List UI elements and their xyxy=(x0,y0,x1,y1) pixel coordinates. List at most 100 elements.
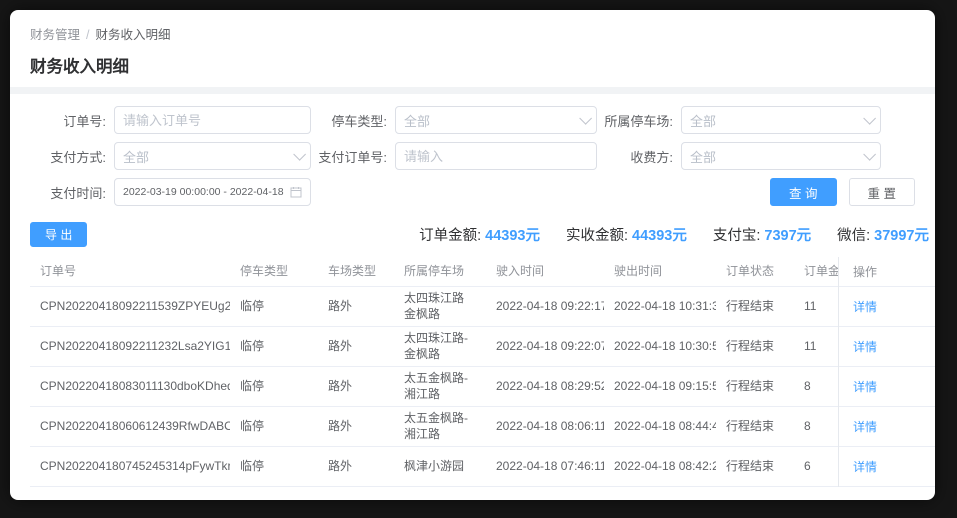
summary-alipay-amount: 支付宝: 7397元 xyxy=(712,228,812,244)
order-no-cell: CPN20220418092211232Lsa2YIG1t9 xyxy=(40,338,230,353)
summary-order-amount: 订单金额: 44393元 xyxy=(419,228,540,244)
order-no-cell: CPN20220418083011130dboKDheqjU xyxy=(40,378,230,393)
detail-link[interactable]: 详情 xyxy=(853,458,877,475)
table-header-row: 订单号 停车类型 车场类型 所属停车场 驶入时间 驶出时间 订单状态 订单金额 xyxy=(30,257,935,287)
orders-table: 订单号 停车类型 车场类型 所属停车场 驶入时间 驶出时间 订单状态 订单金额 … xyxy=(30,257,935,487)
chevron-down-icon xyxy=(579,111,592,125)
header-lot-type: 车场类型 xyxy=(328,263,377,278)
order-no-field xyxy=(114,106,311,134)
calendar-icon[interactable] xyxy=(290,186,302,198)
pay-time-input[interactable] xyxy=(123,186,286,198)
entry-time-cell: 2022-04-18 09:22:17 xyxy=(496,298,604,313)
payee-select[interactable]: 全部 xyxy=(681,142,881,170)
header-entry-time: 驶入时间 xyxy=(496,263,545,278)
parking-lot-cell: 太五金枫路-湘江路 xyxy=(404,370,468,401)
app-window: 财务管理 / 财务收入明细 财务收入明细 订单号: 停车类型: 全部 所属停车场: xyxy=(10,10,935,500)
header-order-no: 订单号 xyxy=(40,263,77,278)
header-exit-time: 驶出时间 xyxy=(614,263,663,278)
exit-time-cell: 2022-04-18 10:31:37 xyxy=(614,298,716,313)
payee-value: 全部 xyxy=(690,149,717,165)
chevron-down-icon xyxy=(863,147,876,161)
breadcrumb-separator: / xyxy=(86,28,90,42)
order-no-cell: CPN202204180745245314pFywTkr96 xyxy=(40,458,230,473)
parking-lot-cell: 太五金枫路-湘江路 xyxy=(404,410,468,441)
parking-type-label: 停车类型: xyxy=(331,113,387,129)
parking-type-cell: 临停 xyxy=(240,458,265,473)
reset-button[interactable]: 重 置 xyxy=(848,178,915,206)
table-row: CPN20220418083011130dboKDheqjU 临停 路外 太五金… xyxy=(30,367,935,407)
parking-type-cell: 临停 xyxy=(240,338,265,353)
detail-link[interactable]: 详情 xyxy=(853,378,877,395)
detail-link[interactable]: 详情 xyxy=(853,338,877,355)
parking-type-cell: 临停 xyxy=(240,378,265,393)
parking-type-cell: 临停 xyxy=(240,418,265,433)
lot-type-cell: 路外 xyxy=(328,378,353,393)
exit-time-cell: 2022-04-18 08:42:22 xyxy=(614,458,716,473)
order-status-cell: 行程结束 xyxy=(726,378,775,393)
order-no-cell: CPN20220418060612439RfwDABOg6z xyxy=(40,418,230,433)
exit-time-cell: 2022-04-18 10:30:52 xyxy=(614,338,716,353)
pay-order-no-input[interactable] xyxy=(404,148,588,164)
summary-wechat-amount: 微信: 37997元 xyxy=(837,228,929,244)
breadcrumb-section[interactable]: 财务管理 xyxy=(30,28,80,42)
pay-order-no-label: 支付订单号: xyxy=(318,149,387,165)
summary-totals: 订单金额: 44393元 实收金额: 44393元 支付宝: 7397元 微信: 379… xyxy=(419,224,929,245)
parking-lot-value: 全部 xyxy=(690,113,717,129)
pay-time-range-picker[interactable] xyxy=(114,178,311,206)
table-row: CPN20220418092211232Lsa2YIG1t9 临停 路外 太四珠… xyxy=(30,327,935,367)
header-parking-lot: 所属停车场 xyxy=(404,263,465,278)
parking-lot-cell: 太四珠江路-金枫路 xyxy=(404,330,468,361)
parking-type-cell: 临停 xyxy=(240,298,265,313)
header-order-status: 订单状态 xyxy=(726,263,775,278)
detail-link[interactable]: 详情 xyxy=(853,298,877,315)
breadcrumb-current: 财务收入明细 xyxy=(95,28,171,42)
payee-label: 收费方: xyxy=(630,149,673,165)
header-parking-type: 停车类型 xyxy=(240,263,289,278)
export-button[interactable]: 导 出 xyxy=(30,222,88,247)
pay-order-no-field xyxy=(395,142,597,170)
order-status-cell: 行程结束 xyxy=(726,418,775,433)
order-status-cell: 行程结束 xyxy=(726,298,775,313)
lot-type-cell: 路外 xyxy=(328,458,353,473)
chevron-down-icon xyxy=(863,111,876,125)
exit-time-cell: 2022-04-18 08:44:40 xyxy=(614,418,716,433)
pay-time-label: 支付时间: xyxy=(50,185,106,201)
parking-lot-select[interactable]: 全部 xyxy=(681,106,881,134)
page-header: 财务管理 / 财务收入明细 财务收入明细 xyxy=(10,10,935,87)
header-divider xyxy=(10,87,935,94)
parking-lot-label: 所属停车场: xyxy=(604,113,673,129)
entry-time-cell: 2022-04-18 07:46:11 xyxy=(496,458,604,473)
parking-type-value: 全部 xyxy=(404,113,431,129)
fixed-action-column: 操作 详情 详情 详情 详情 详情 xyxy=(838,257,935,487)
table-row: CPN20220418092211539ZPYEUg2Wjk 临停 路外 太四珠… xyxy=(30,287,935,327)
parking-lot-cell: 太四珠江路 金枫路 xyxy=(404,290,465,321)
parking-lot-cell: 枫津小游园 xyxy=(404,458,465,473)
page-title: 财务收入明细 xyxy=(30,58,129,76)
pay-method-select[interactable]: 全部 xyxy=(114,142,311,170)
search-button[interactable]: 查 询 xyxy=(770,178,837,206)
order-no-input[interactable] xyxy=(123,112,302,128)
filter-form: 订单号: 停车类型: 全部 所属停车场: 全部 xyxy=(10,94,935,206)
chevron-down-icon xyxy=(293,147,306,161)
summary-received-amount: 实收金额: 44393元 xyxy=(565,228,687,244)
table-row: CPN20220418060612439RfwDABOg6z 临停 路外 太五金… xyxy=(30,407,935,447)
table-toolbar: 导 出 订单金额: 44393元 实收金额: 44393元 支付宝: 7397元 微信… xyxy=(10,214,935,257)
exit-time-cell: 2022-04-18 09:15:52 xyxy=(614,378,716,393)
pay-method-label: 支付方式: xyxy=(50,149,106,165)
parking-type-select[interactable]: 全部 xyxy=(395,106,597,134)
breadcrumb: 财务管理 / 财务收入明细 xyxy=(30,24,915,43)
header-action: 操作 xyxy=(839,257,935,287)
order-no-cell: CPN20220418092211539ZPYEUg2Wjk xyxy=(40,298,230,313)
lot-type-cell: 路外 xyxy=(328,338,353,353)
table-row: CPN202204180745245314pFywTkr96 临停 路外 枫津小… xyxy=(30,447,935,487)
entry-time-cell: 2022-04-18 09:22:07 xyxy=(496,338,604,353)
entry-time-cell: 2022-04-18 08:06:11 xyxy=(496,418,604,433)
order-status-cell: 行程结束 xyxy=(726,338,775,353)
lot-type-cell: 路外 xyxy=(328,298,353,313)
order-no-label: 订单号: xyxy=(63,113,106,129)
lot-type-cell: 路外 xyxy=(328,418,353,433)
order-status-cell: 行程结束 xyxy=(726,458,775,473)
detail-link[interactable]: 详情 xyxy=(853,418,877,435)
entry-time-cell: 2022-04-18 08:29:52 xyxy=(496,378,604,393)
pay-method-value: 全部 xyxy=(123,149,150,165)
